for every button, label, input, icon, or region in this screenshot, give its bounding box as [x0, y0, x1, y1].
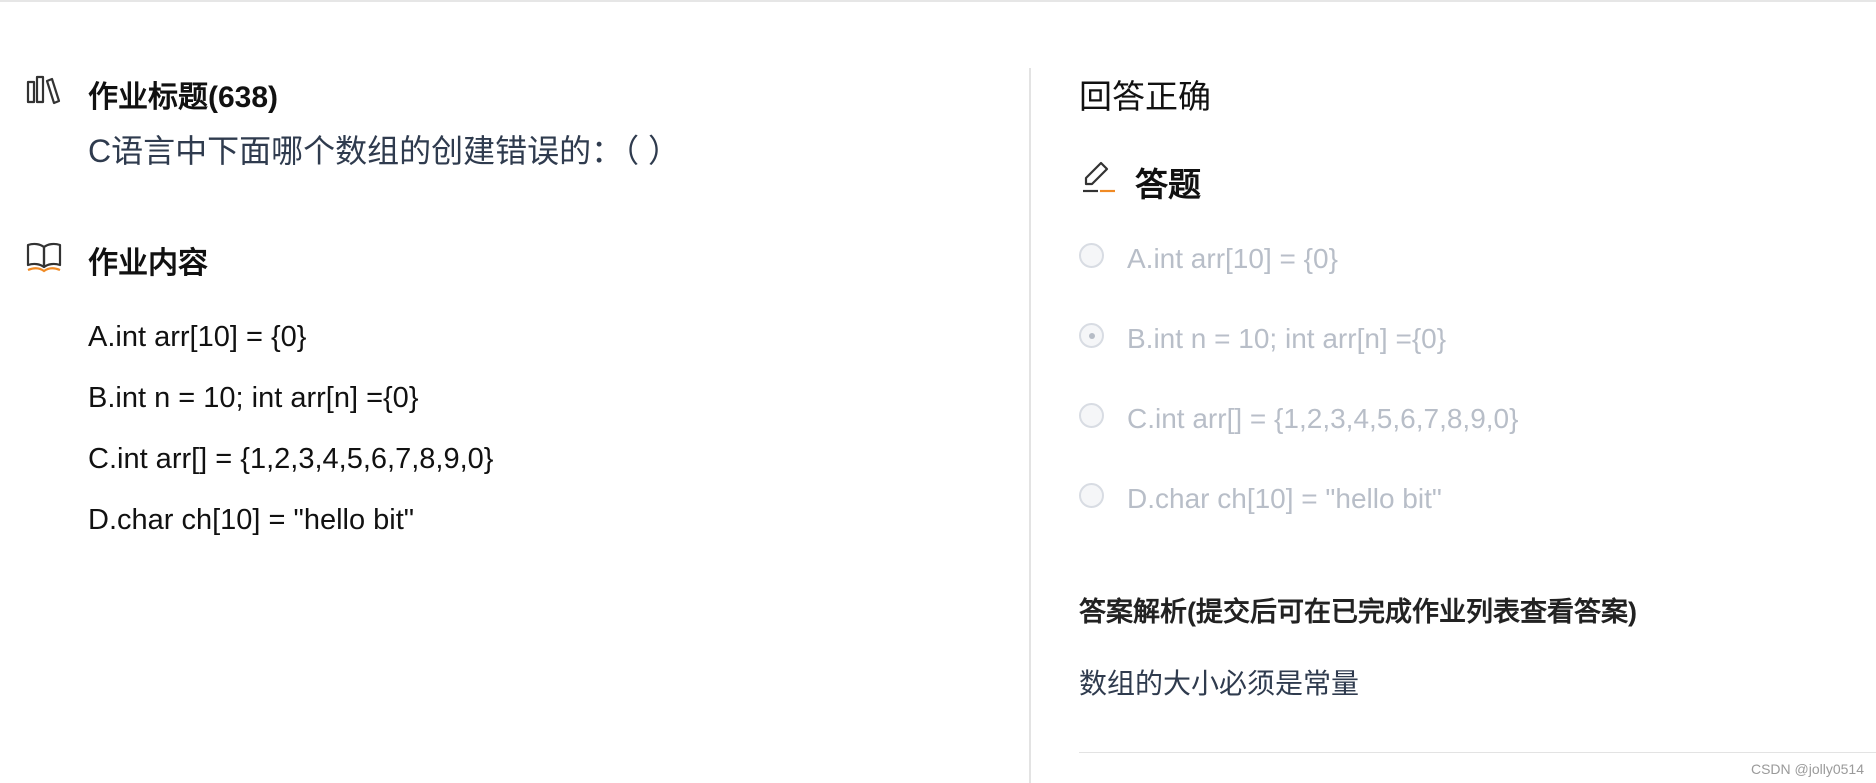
homework-content-heading: 作业内容	[88, 247, 208, 280]
choice-label-d: D.char ch[10] = "hello bit"	[1127, 483, 1442, 514]
choice-b[interactable]: B.int n = 10; int arr[n] ={0}	[1079, 317, 1779, 357]
result-status: 回答正确	[1079, 78, 1211, 115]
bottom-divider	[1079, 752, 1876, 753]
radio-d[interactable]	[1079, 483, 1104, 508]
option-b: B.int n = 10; int arr[n] ={0}	[88, 382, 419, 414]
analysis-text: 数组的大小必须是常量	[1079, 668, 1360, 699]
analysis-heading: 答案解析(提交后可在已完成作业列表查看答案)	[1079, 597, 1637, 627]
books-icon	[26, 75, 61, 105]
answer-heading: 答题	[1135, 166, 1201, 203]
choice-label-b: B.int n = 10; int arr[n] ={0}	[1127, 323, 1447, 354]
option-c: C.int arr[] = {1,2,3,4,5,6,7,8,9,0}	[88, 443, 494, 475]
choice-label-a: A.int arr[10] = {0}	[1127, 243, 1338, 274]
choice-d[interactable]: D.char ch[10] = "hello bit"	[1079, 477, 1779, 517]
option-a: A.int arr[10] = {0}	[88, 321, 307, 353]
radio-a[interactable]	[1079, 243, 1104, 268]
homework-title: 作业标题(638)	[88, 81, 279, 114]
panel-divider	[1029, 68, 1031, 783]
homework-panel: 作业标题(638) C语言中下面哪个数组的创建错误的：（ ） 作业内容 A.in…	[0, 0, 1030, 783]
open-book-icon	[26, 242, 62, 273]
radio-b[interactable]	[1079, 323, 1104, 348]
question-text: C语言中下面哪个数组的创建错误的：（ ）	[88, 133, 681, 169]
radio-c[interactable]	[1079, 403, 1104, 428]
choice-label-c: C.int arr[] = {1,2,3,4,5,6,7,8,9,0}	[1127, 403, 1519, 434]
choice-c[interactable]: C.int arr[] = {1,2,3,4,5,6,7,8,9,0}	[1079, 397, 1779, 437]
choice-a[interactable]: A.int arr[10] = {0}	[1079, 237, 1779, 277]
option-d: D.char ch[10] = "hello bit"	[88, 504, 415, 536]
edit-pen-icon	[1083, 161, 1115, 193]
watermark: CSDN @jolly0514	[1750, 761, 1864, 777]
